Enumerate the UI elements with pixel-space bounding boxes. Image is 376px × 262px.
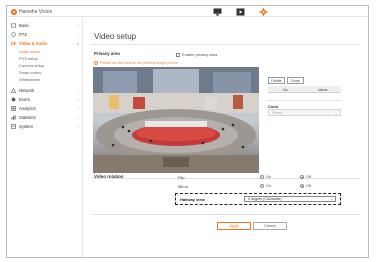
divider (92, 178, 360, 179)
sidebar: Basic › PTZ › Video & Audio ˅ Video setu… (7, 18, 83, 257)
subnav-wisestream[interactable]: Wisestream (19, 77, 40, 82)
checkbox-label: Enable privacy area (182, 52, 218, 57)
sidebar-item-label: Analytics (19, 106, 36, 111)
radio-dot[interactable] (300, 184, 304, 188)
flip-off-radio[interactable]: Off (300, 175, 311, 179)
cancel-button[interactable]: Cancel (253, 222, 287, 230)
radio-label: Off (306, 184, 311, 188)
mall-fisheye-image (93, 67, 259, 173)
network-icon (11, 88, 16, 93)
radio-dot[interactable] (260, 175, 264, 179)
chevron-down-icon: ˅ (335, 111, 337, 116)
sidebar-item-system[interactable]: System › (11, 124, 79, 129)
sidebar-item-label: Video & Audio (19, 41, 48, 46)
sidebar-item-video-audio[interactable]: Video & Audio ˅ (11, 41, 79, 46)
checkbox-box[interactable] (176, 52, 180, 57)
chevron-right-icon: › (77, 115, 79, 120)
privacy-table-body (268, 93, 341, 101)
chevron-right-icon: › (77, 124, 79, 129)
chevron-right-icon: › (77, 97, 79, 102)
chevron-right-icon: › (77, 23, 79, 28)
chevron-down-icon: ˅ (331, 197, 333, 202)
privacy-area-label: Privacy area (94, 51, 120, 56)
video-audio-icon (11, 41, 16, 46)
subnav-video-setup[interactable]: Video setup (19, 49, 40, 54)
privacy-hint: Please set the area on the preview image… (94, 61, 179, 65)
subnav-pvs-setup[interactable]: PVS setup (19, 56, 38, 61)
analytics-icon (11, 106, 16, 111)
chevron-right-icon: › (77, 88, 79, 93)
flip-label: Flip (178, 175, 185, 180)
page-title: Video setup (94, 32, 137, 41)
radio-dot[interactable] (300, 175, 304, 179)
chevron-right-icon: › (77, 106, 79, 111)
statistics-icon (11, 115, 16, 120)
radio-dot[interactable] (260, 184, 264, 188)
hallway-view-select[interactable]: 0 degree (Clockwise) ˅ (244, 196, 336, 202)
sidebar-item-network[interactable]: Network › (11, 88, 79, 93)
flip-on-radio[interactable]: On (260, 175, 271, 179)
subnav-smart-codec[interactable]: Smart codec (19, 70, 41, 75)
mirror-on-radio[interactable]: On (260, 184, 271, 188)
ptz-icon (11, 32, 16, 37)
monitor-icon[interactable] (213, 7, 222, 16)
radio-label: On (266, 184, 272, 188)
sidebar-item-label: Basic (19, 23, 30, 28)
sidebar-item-analytics[interactable]: Analytics › (11, 106, 79, 111)
privacy-table-header: No. Name (268, 86, 341, 93)
system-icon (11, 124, 16, 129)
event-icon (11, 97, 16, 102)
top-icon-group (213, 7, 268, 16)
sidebar-item-statistics[interactable]: Statistics › (11, 115, 79, 120)
mirror-label: Mirror (178, 184, 189, 189)
sidebar-item-label: Network (19, 88, 35, 93)
video-rotation-label: Video rotation (94, 174, 124, 179)
color-select: Green ˅ (268, 109, 341, 116)
col-name: Name (318, 87, 328, 92)
sidebar-item-event[interactable]: Event › (11, 97, 79, 102)
delete-button[interactable]: Delete (268, 77, 285, 84)
sidebar-item-label: Event (19, 97, 30, 102)
divider (92, 44, 360, 45)
radio-label: On (266, 175, 272, 179)
sidebar-item-ptz[interactable]: PTZ › (11, 32, 79, 37)
col-no: No. (283, 87, 289, 92)
main-content: Video setup Privacy area Enable privacy … (84, 18, 368, 257)
video-preview[interactable] (93, 67, 259, 173)
chevron-down-icon: ˅ (76, 41, 79, 46)
sidebar-item-label: Statistics (19, 115, 36, 120)
sidebar-item-basic[interactable]: Basic › (11, 23, 79, 28)
sidebar-item-label: PTZ (19, 32, 27, 37)
app-window: Hanwha Vision Basic › PTZ › Video & Audi… (6, 5, 369, 258)
hanwha-logo-icon (11, 8, 17, 15)
hint-text: Please set the area on the preview image… (100, 61, 179, 65)
hallway-select-value: 0 degree (Clockwise) (248, 197, 282, 201)
done-button[interactable]: Done (287, 77, 304, 84)
radio-label: Off (306, 175, 311, 179)
subnav-camera-setup[interactable]: Camera setup (19, 63, 44, 68)
sidebar-item-label: System (19, 124, 33, 129)
mirror-off-radio[interactable]: Off (300, 184, 311, 188)
logo-text: Hanwha Vision (19, 8, 53, 15)
apply-button[interactable]: Apply (217, 222, 251, 230)
hallway-view-label: Hallway view (180, 197, 205, 202)
color-select-value: Green (272, 110, 282, 115)
playback-icon[interactable] (236, 7, 245, 16)
brand-logo[interactable]: Hanwha Vision (11, 8, 52, 15)
enable-privacy-checkbox[interactable]: Enable privacy area (176, 52, 217, 57)
chevron-right-icon: › (77, 32, 79, 37)
info-icon (94, 61, 98, 65)
divider (92, 214, 360, 215)
settings-gear-icon[interactable] (259, 7, 268, 16)
top-bar: Hanwha Vision (7, 6, 368, 17)
basic-icon (11, 23, 16, 28)
